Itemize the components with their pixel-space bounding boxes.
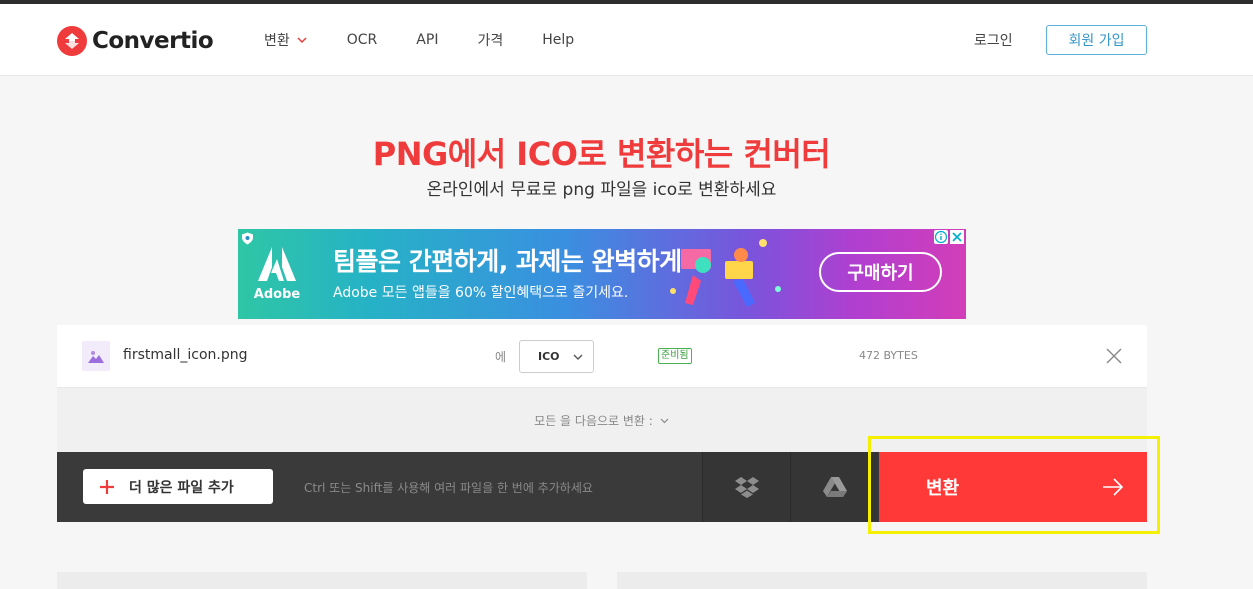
ad-headline: 팀플은 간편하게, 과제는 완벽하게 (333, 247, 682, 276)
add-more-files-button[interactable]: 더 많은 파일 추가 (83, 469, 273, 504)
dropbox-button[interactable] (702, 452, 790, 522)
nav-item-label: 가격 (477, 33, 504, 49)
add-more-label: 더 많은 파일 추가 (129, 479, 234, 496)
google-drive-icon (822, 477, 847, 497)
dropbox-icon (734, 477, 759, 498)
main-nav: 변환 OCR API 가격 Help (264, 30, 613, 50)
multi-select-hint: Ctrl 또는 Shift를 사용해 여러 파일을 한 번에 추가하세요 (304, 481, 593, 495)
nav-item-convert[interactable]: 변환 (264, 30, 308, 50)
converter-panel: firstmall_icon.png 에 ICO 준비됨 472 BYTES 모… (57, 325, 1147, 522)
nav-item-label: API (416, 32, 439, 48)
file-size: 472 BYTES (859, 349, 918, 362)
page-subtitle: 온라인에서 무료로 png 파일을 ico로 변환하세요 (426, 180, 777, 200)
nav-item-pricing[interactable]: 가격 (477, 30, 503, 50)
info-card (57, 572, 587, 589)
convert-label: 변환 (926, 478, 960, 499)
chevron-down-icon (297, 37, 307, 44)
adobe-logo: Adobe (238, 229, 316, 319)
to-label: 에 (495, 350, 507, 364)
close-icon[interactable] (950, 230, 964, 244)
adobe-brand: Adobe (253, 286, 301, 302)
ad-cta-button[interactable]: 구매하기 (819, 252, 942, 292)
format-select[interactable]: ICO (519, 340, 594, 373)
convertio-logo-icon (57, 26, 87, 56)
nav-item-help[interactable]: Help (542, 32, 574, 48)
login-link[interactable]: 로그인 (974, 30, 1013, 50)
page-title: PNG에서 ICO로 변환하는 컨버터 (372, 135, 831, 173)
file-name: firstmall_icon.png (123, 347, 248, 363)
ad-body: Adobe 모든 앱들을 60% 할인혜택으로 즐기세요. (333, 285, 629, 301)
image-file-icon (82, 341, 110, 371)
logo-text: Convertio (92, 28, 214, 54)
nav-item-label: Help (542, 32, 575, 48)
convert-all-label: 모든 을 다음으로 변환 : (534, 413, 653, 428)
remove-file-icon[interactable] (1104, 346, 1124, 366)
nav-item-label: 변환 (264, 33, 290, 49)
ad-banner[interactable]: Adobe 팀플은 간편하게, 과제는 완벽하게 Adobe 모든 앱들을 60… (238, 229, 966, 319)
convert-button[interactable]: 변환 (879, 452, 1147, 522)
adobe-icon (258, 246, 296, 281)
format-value: ICO (538, 350, 560, 363)
chevron-down-icon (573, 354, 583, 360)
site-header: Convertio 변환 OCR API 가격 Help 로그인 회원 가입 (0, 4, 1253, 76)
image-icon (88, 351, 104, 363)
nav-item-ocr[interactable]: OCR (347, 32, 378, 48)
nav-item-api[interactable]: API (416, 32, 438, 48)
info-icon[interactable] (934, 230, 948, 244)
action-bar: 더 많은 파일 추가 Ctrl 또는 Shift를 사용해 여러 파일을 한 번… (57, 452, 1147, 522)
convert-all-dropdown[interactable]: 모든 을 다음으로 변환 : (57, 395, 1147, 445)
file-row: firstmall_icon.png 에 ICO 준비됨 472 BYTES (57, 325, 1147, 388)
arrow-right-icon (1103, 478, 1124, 496)
chevron-down-icon (660, 418, 669, 423)
plus-icon (100, 479, 114, 494)
ad-illustration (670, 239, 781, 307)
status-badge: 준비됨 (658, 348, 692, 364)
signup-button[interactable]: 회원 가입 (1046, 25, 1147, 55)
info-card (617, 572, 1147, 589)
google-drive-button[interactable] (790, 452, 878, 522)
nav-item-label: OCR (346, 32, 378, 48)
logo[interactable]: Convertio (57, 25, 214, 57)
